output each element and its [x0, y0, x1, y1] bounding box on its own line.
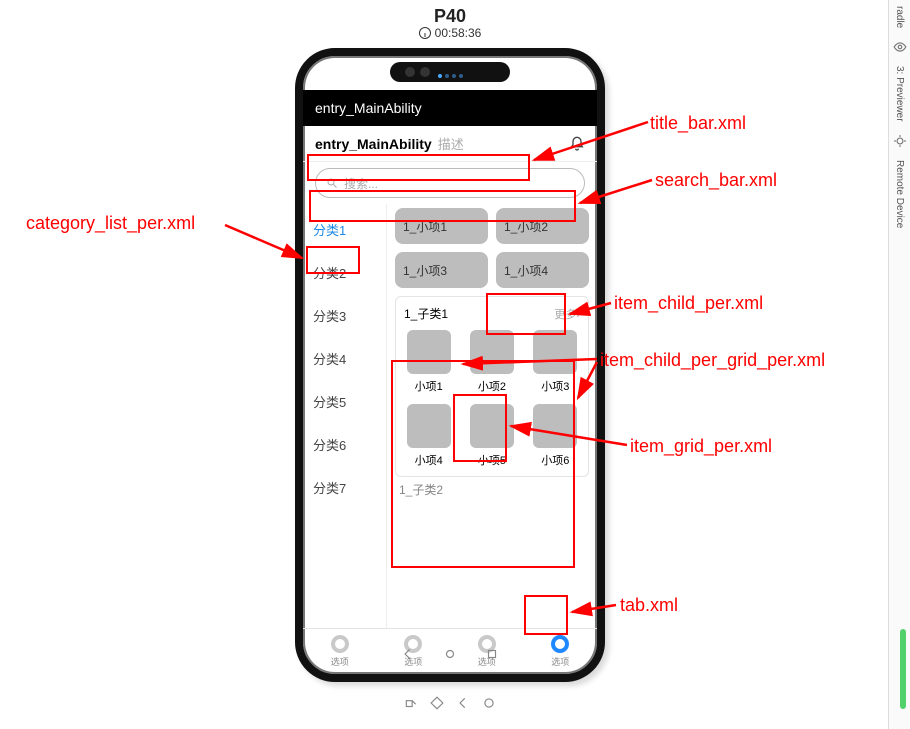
device-name: P40 — [300, 6, 600, 27]
window-title: entry_MainAbility — [303, 90, 597, 126]
highlight-tab-item — [524, 595, 568, 635]
annot-tab: tab.xml — [620, 595, 678, 616]
status-bar — [303, 64, 597, 88]
category-item[interactable]: 分类5 — [303, 380, 386, 423]
category-item[interactable]: 分类4 — [303, 337, 386, 380]
tool-icon[interactable] — [456, 696, 470, 710]
elapsed-label: 00:58:36 — [435, 26, 482, 40]
child-item[interactable]: 1_小项3 — [395, 252, 488, 288]
highlight-child-item — [486, 293, 566, 335]
system-nav — [303, 644, 597, 668]
eye-icon[interactable] — [893, 40, 907, 54]
tool-icon[interactable] — [430, 696, 444, 710]
child-item[interactable]: 1_小项4 — [496, 252, 589, 288]
tool-icon[interactable] — [482, 696, 496, 710]
page-subtitle: 描述 — [438, 134, 464, 153]
side-status-bar — [900, 629, 906, 709]
bell-icon[interactable] — [569, 136, 585, 152]
back-icon[interactable] — [401, 647, 415, 666]
side-label-remote[interactable]: Remote Device — [894, 160, 905, 228]
canvas: P40 00:58:36 entry_MainAbility entry_Mai… — [0, 0, 910, 729]
side-label[interactable]: radle — [894, 6, 905, 28]
annot-item-child: item_child_per.xml — [614, 293, 763, 314]
clock-icon — [419, 27, 431, 39]
category-item[interactable]: 分类6 — [303, 423, 386, 466]
ide-side-panel: radle 3: Previewer Remote Device — [888, 0, 910, 729]
highlight-child-grid — [391, 360, 575, 568]
annot-search-bar: search_bar.xml — [655, 170, 777, 191]
highlight-title-bar — [307, 154, 530, 181]
home-icon[interactable] — [443, 647, 457, 666]
annot-item-child-grid: item_child_per_grid_per.xml — [600, 350, 825, 371]
annot-title-bar: title_bar.xml — [650, 113, 746, 134]
annot-category-list: category_list_per.xml — [26, 213, 195, 234]
page-dots — [438, 74, 463, 78]
page-title: entry_MainAbility — [315, 136, 432, 152]
category-item[interactable]: 分类7 — [303, 466, 386, 509]
side-label-previewer[interactable]: 3: Previewer — [894, 66, 905, 122]
highlight-search-bar — [309, 190, 576, 222]
sub-section-title: 1_子类1 — [404, 305, 448, 322]
preview-toolbar — [300, 688, 600, 718]
highlight-grid-item — [453, 394, 507, 462]
tool-icon[interactable] — [404, 696, 418, 710]
target-icon[interactable] — [893, 134, 907, 148]
highlight-category-item — [306, 246, 360, 274]
elapsed-time: 00:58:36 — [300, 26, 600, 40]
chevron-right-icon: › — [576, 309, 580, 321]
category-item[interactable]: 分类3 — [303, 294, 386, 337]
recent-icon[interactable] — [485, 647, 499, 666]
annot-item-grid: item_grid_per.xml — [630, 436, 772, 457]
